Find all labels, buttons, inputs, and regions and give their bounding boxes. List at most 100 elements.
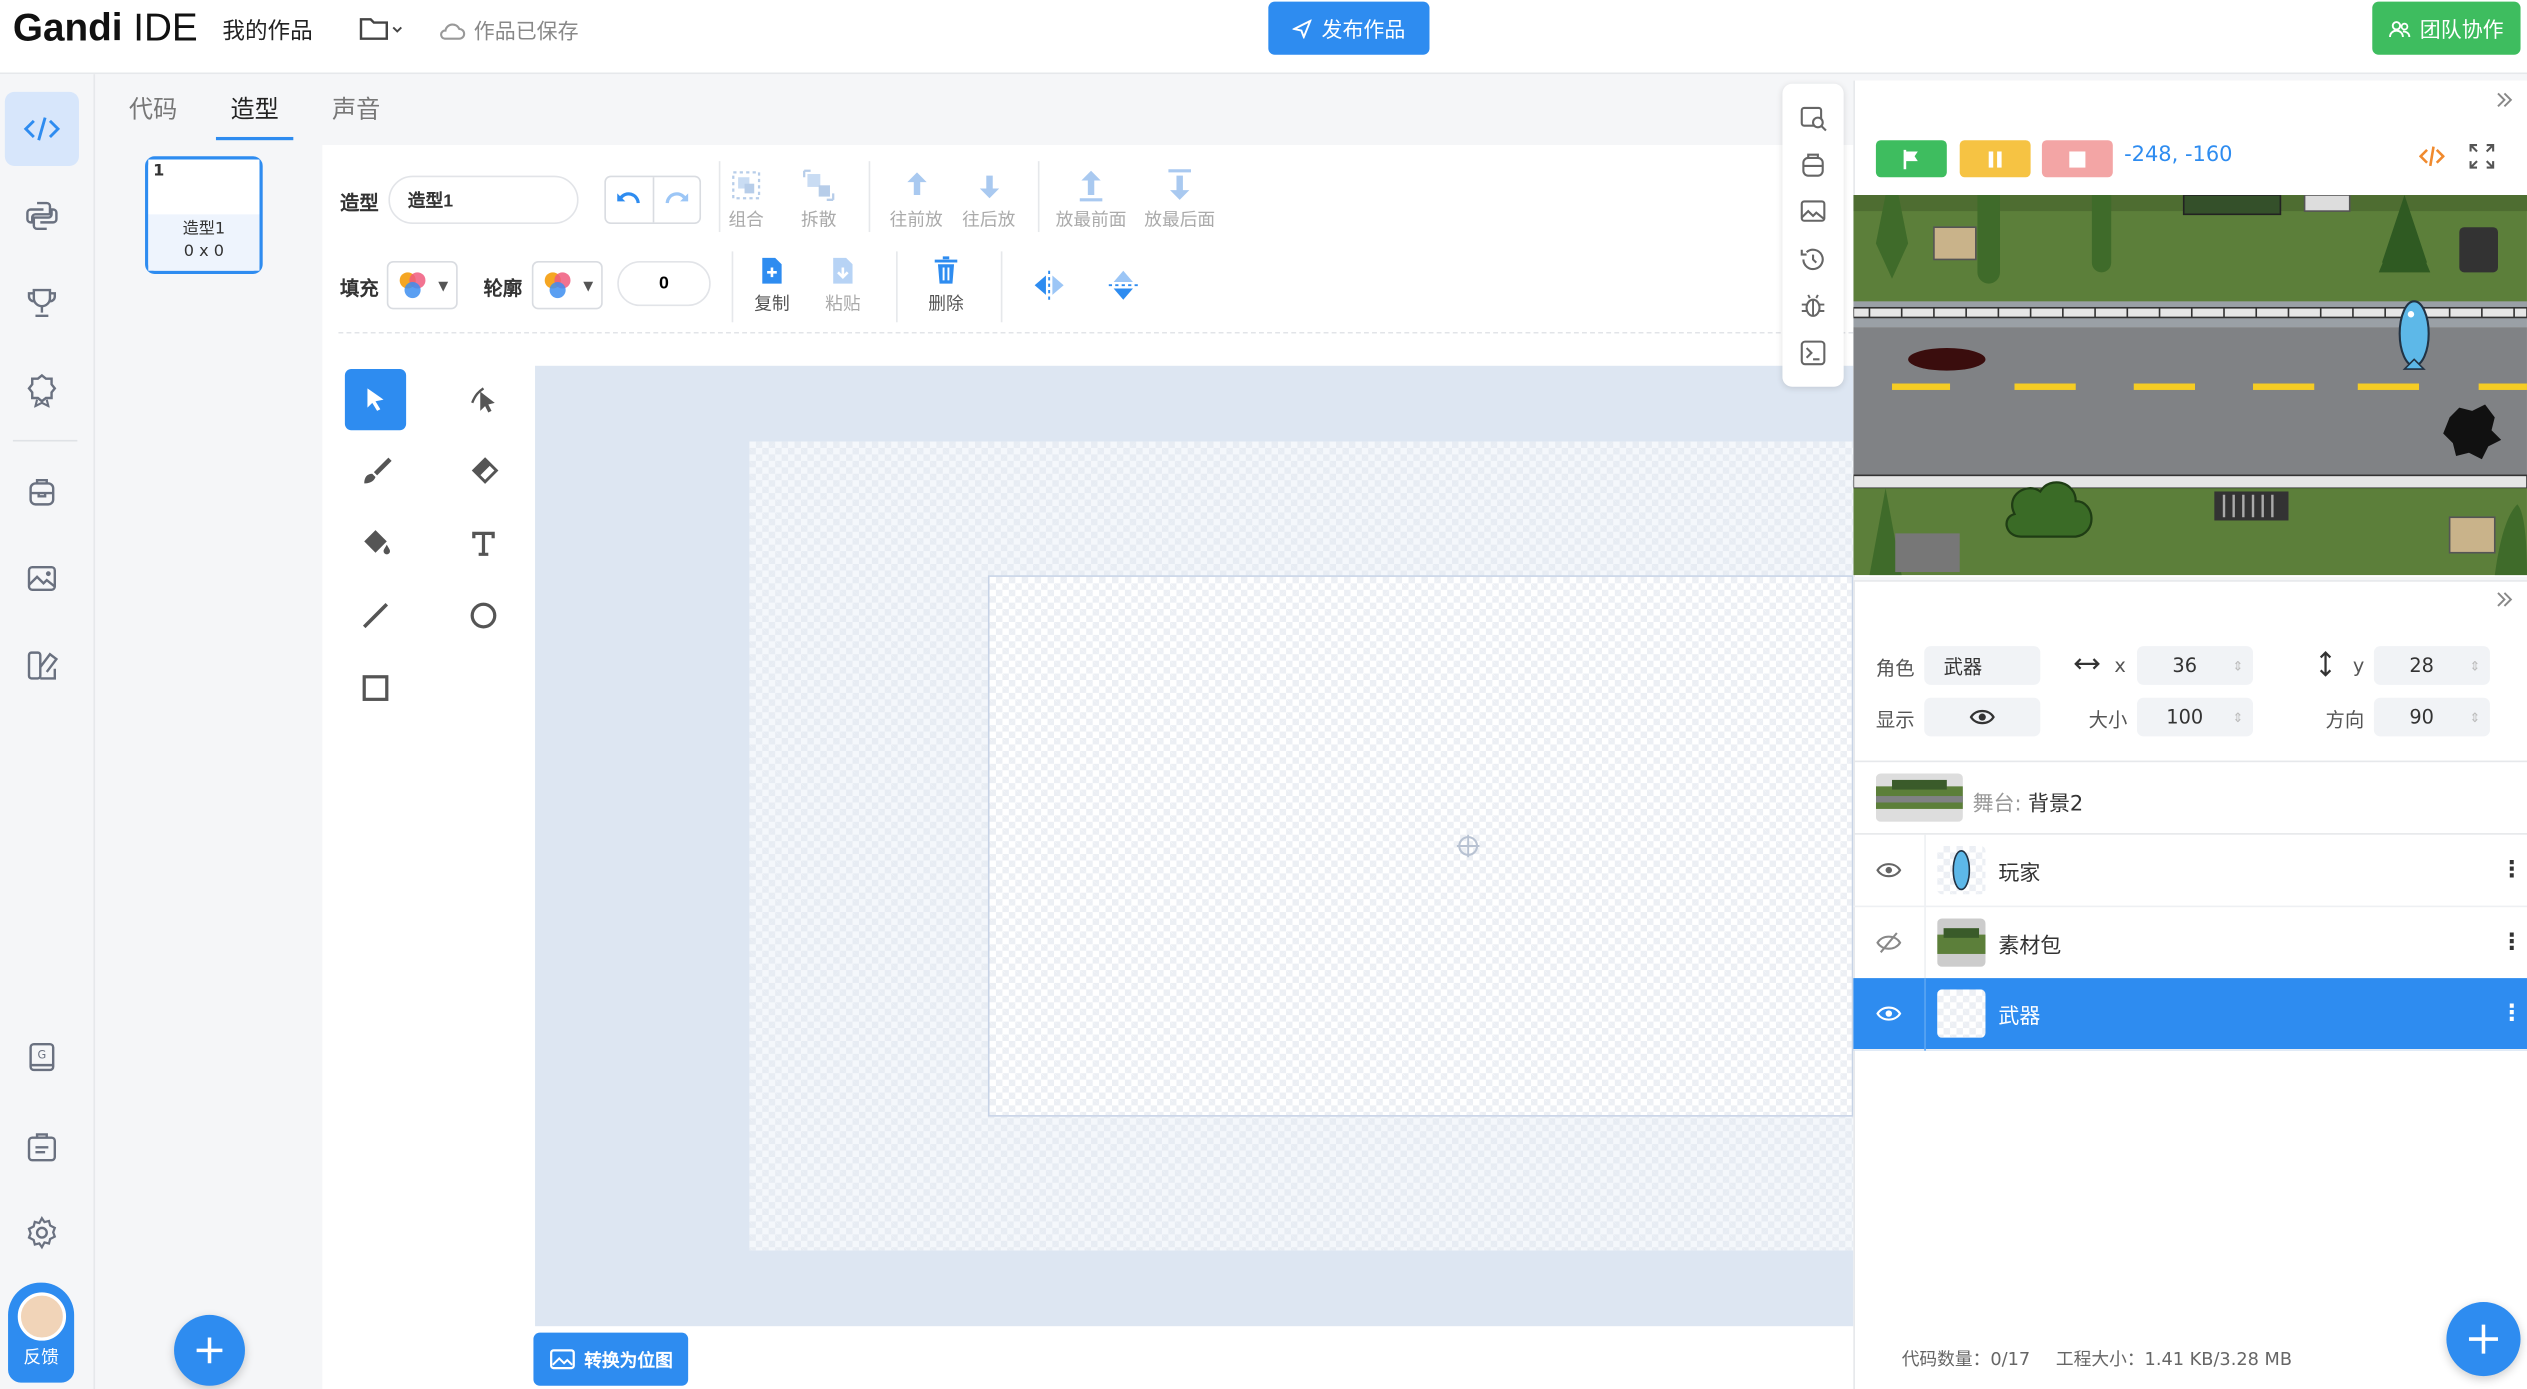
sidebar-settings[interactable] xyxy=(5,1196,79,1270)
feedback-button[interactable]: 反馈 xyxy=(8,1282,75,1383)
circle-tool[interactable] xyxy=(453,585,514,646)
image-search-icon[interactable] xyxy=(1799,103,1828,132)
delete-button[interactable]: 删除 xyxy=(928,255,964,316)
sprite-visibility-toggle[interactable] xyxy=(1853,906,1926,979)
team-collab-button[interactable]: 团队协作 xyxy=(2372,1,2521,55)
sidebar-tasks[interactable] xyxy=(5,1110,79,1184)
sprite-visibility-toggle[interactable] xyxy=(1853,833,1926,907)
stage-thumbnail xyxy=(1875,773,1963,822)
visibility-toggle[interactable] xyxy=(1924,697,2041,737)
canvas-stage-bounds[interactable] xyxy=(987,575,1854,1117)
send-icon xyxy=(1292,18,1312,38)
stage-label-group: 舞台: 背景2 xyxy=(1973,786,2084,817)
direction-field[interactable]: 90 ⇕ xyxy=(2373,697,2490,737)
sidebar-extensions[interactable] xyxy=(5,628,79,702)
add-costume-button[interactable] xyxy=(174,1314,245,1386)
bug-icon[interactable] xyxy=(1799,292,1828,321)
terminal-icon[interactable] xyxy=(1799,339,1828,368)
brush-tool[interactable] xyxy=(345,440,406,501)
flip-horizontal-button[interactable] xyxy=(1031,267,1066,302)
costume-item[interactable]: 1 造型1 0 x 0 xyxy=(145,156,263,274)
stepper-icon[interactable]: ⇕ xyxy=(2233,710,2244,725)
fill-tool[interactable] xyxy=(345,512,406,573)
stepper-icon[interactable]: ⇕ xyxy=(2233,658,2244,673)
costume-name-label: 造型 xyxy=(340,191,379,215)
sprite-name-field[interactable]: 武器 xyxy=(1924,646,2041,685)
more-options-icon[interactable]: ⋮ xyxy=(2495,930,2527,956)
sprite-visibility-toggle[interactable] xyxy=(1853,977,1926,1050)
circle-icon xyxy=(470,602,497,629)
sprite-row[interactable]: 玩家 ⋮ xyxy=(1853,833,2527,908)
fill-color-picker[interactable]: ▼ xyxy=(386,261,458,310)
green-flag-button[interactable] xyxy=(1875,140,1947,178)
clipboard-icon xyxy=(27,1133,57,1162)
paste-button[interactable]: 粘贴 xyxy=(825,255,861,316)
stop-button[interactable] xyxy=(2041,140,2113,178)
image-icon[interactable] xyxy=(1799,197,1828,226)
fullscreen-button[interactable] xyxy=(2469,143,2495,169)
more-options-icon[interactable]: ⋮ xyxy=(2495,1001,2527,1027)
forward-button[interactable]: 往前放 xyxy=(890,168,943,232)
to-back-icon xyxy=(1168,169,1191,200)
history-icon[interactable] xyxy=(1799,244,1828,273)
pause-button[interactable] xyxy=(1959,140,2031,178)
sprite-row-selected[interactable]: 武器 ⋮ xyxy=(1853,977,2527,1051)
group-button[interactable]: 组合 xyxy=(728,168,764,232)
back-button[interactable]: 放最后面 xyxy=(1144,168,1215,232)
sidebar-python[interactable] xyxy=(5,179,79,253)
stepper-icon[interactable]: ⇕ xyxy=(2469,710,2480,725)
outline-color-picker[interactable]: ▼ xyxy=(531,261,603,310)
backward-button[interactable]: 往后放 xyxy=(962,168,1015,232)
tab-sounds[interactable]: 声音 xyxy=(332,92,380,126)
sidebar-code-editor[interactable] xyxy=(4,91,79,166)
sidebar-achievements[interactable] xyxy=(5,266,79,340)
add-sprite-button[interactable] xyxy=(2446,1302,2521,1377)
publish-button[interactable]: 发布作品 xyxy=(1268,1,1430,55)
sidebar-badges[interactable] xyxy=(5,353,79,427)
sprite-row[interactable]: 素材包 ⋮ xyxy=(1853,906,2527,980)
folder-menu[interactable] xyxy=(358,15,403,44)
select-tool[interactable] xyxy=(344,369,407,431)
sprite-name-label: 角色 xyxy=(1875,657,1915,681)
x-position-field[interactable]: 36 ⇕ xyxy=(2136,646,2254,685)
more-options-icon[interactable]: ⋮ xyxy=(2495,857,2527,883)
code-view-toggle[interactable] xyxy=(2419,145,2445,168)
stage-canvas[interactable] xyxy=(1853,194,2527,576)
copy-button[interactable]: 复制 xyxy=(754,255,790,316)
costume-name: 造型1 xyxy=(182,220,226,239)
tab-code[interactable]: 代码 xyxy=(129,92,177,126)
redo-button[interactable] xyxy=(654,177,700,222)
book-icon: G xyxy=(29,1042,55,1072)
collapse-stage-button[interactable] xyxy=(2495,90,2514,109)
undo-button[interactable] xyxy=(606,177,654,223)
brand-logo[interactable]: Gandi IDE xyxy=(13,6,198,51)
front-button[interactable]: 放最前面 xyxy=(1056,168,1127,232)
rectangle-tool[interactable] xyxy=(345,657,406,718)
backpack-icon[interactable] xyxy=(1799,150,1828,179)
eye-icon xyxy=(1876,863,1902,878)
text-tool[interactable] xyxy=(453,512,514,573)
stage-backdrop-row[interactable]: 舞台: 背景2 xyxy=(1853,760,2527,835)
sidebar-gandi-docs[interactable]: G xyxy=(5,1020,79,1094)
flip-vertical-button[interactable] xyxy=(1106,267,1141,302)
ungroup-button[interactable]: 拆散 xyxy=(801,168,836,232)
eraser-icon xyxy=(471,457,499,484)
convert-to-bitmap-button[interactable]: 转换为位图 xyxy=(533,1332,689,1386)
x-arrows-icon xyxy=(2074,654,2100,673)
reshape-tool[interactable] xyxy=(453,369,514,430)
size-field[interactable]: 100 ⇕ xyxy=(2136,697,2254,737)
sidebar-backpack[interactable] xyxy=(5,454,79,528)
tab-costumes[interactable]: 造型 xyxy=(230,92,278,126)
stroke-width-input[interactable] xyxy=(617,261,711,307)
group-label: 组合 xyxy=(728,209,764,231)
my-works-link[interactable]: 我的作品 xyxy=(222,15,312,47)
stepper-icon[interactable]: ⇕ xyxy=(2469,658,2480,673)
sidebar-assets[interactable] xyxy=(5,541,79,615)
eraser-tool[interactable] xyxy=(453,440,514,501)
costume-name-input[interactable] xyxy=(388,175,579,224)
paste-icon xyxy=(833,257,853,284)
collapse-sprite-panel-button[interactable] xyxy=(2495,590,2514,609)
y-position-field[interactable]: 28 ⇕ xyxy=(2373,646,2490,685)
reshape-icon xyxy=(471,387,495,413)
line-tool[interactable] xyxy=(345,585,406,646)
